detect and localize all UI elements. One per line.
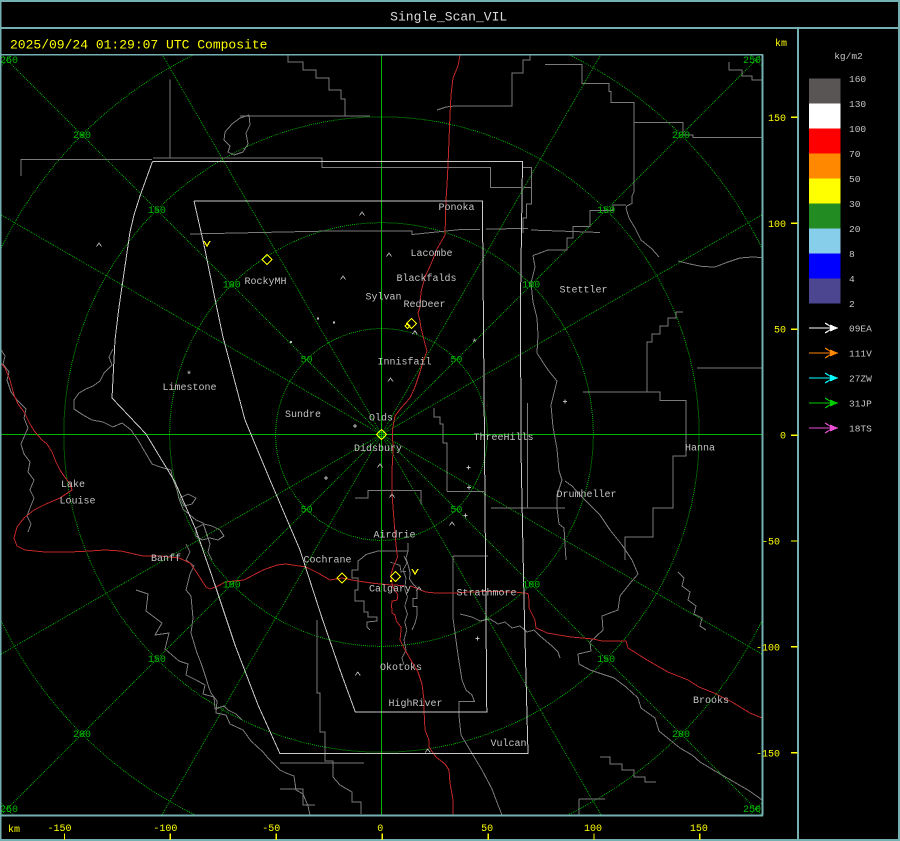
svg-text:150: 150 <box>148 206 166 217</box>
svg-text:*: * <box>186 370 192 382</box>
svg-text:250: 250 <box>743 56 761 67</box>
svg-text:4: 4 <box>849 274 855 285</box>
svg-text:Banff: Banff <box>151 553 181 565</box>
svg-text:50: 50 <box>450 505 462 516</box>
svg-text:70: 70 <box>849 149 861 160</box>
svg-text:250: 250 <box>0 56 18 67</box>
svg-text:km: km <box>8 824 20 836</box>
svg-text:Ponoka: Ponoka <box>438 202 474 214</box>
svg-text:Airdrie: Airdrie <box>373 530 415 542</box>
svg-text:-50: -50 <box>762 538 780 549</box>
svg-text:50: 50 <box>301 505 313 516</box>
svg-text:100: 100 <box>584 824 602 835</box>
svg-text:50: 50 <box>774 326 786 337</box>
svg-text:150: 150 <box>597 655 615 666</box>
svg-text:2025/09/24 01:29:07 UTC Compos: 2025/09/24 01:29:07 UTC Composite <box>10 38 267 53</box>
svg-text:0: 0 <box>377 824 383 835</box>
svg-text:200: 200 <box>672 730 690 741</box>
svg-text:150: 150 <box>690 824 708 835</box>
svg-text:Brooks: Brooks <box>693 695 729 707</box>
svg-text:100: 100 <box>768 220 786 231</box>
svg-text:100: 100 <box>522 580 540 591</box>
svg-text:RockyMH: RockyMH <box>244 276 286 288</box>
svg-text:kg/m2: kg/m2 <box>834 51 863 62</box>
svg-text:150: 150 <box>768 114 786 125</box>
svg-text:-100: -100 <box>153 824 177 835</box>
svg-text:100: 100 <box>849 124 866 135</box>
svg-text:Limestone: Limestone <box>162 382 216 394</box>
svg-text:HighRiver: HighRiver <box>388 698 442 710</box>
svg-text:200: 200 <box>73 730 91 741</box>
svg-text:111V: 111V <box>849 349 872 360</box>
svg-text:100: 100 <box>522 281 540 292</box>
svg-text:-50: -50 <box>262 824 280 835</box>
svg-text:250: 250 <box>743 805 761 816</box>
svg-text:30: 30 <box>849 199 861 210</box>
svg-text:Olds: Olds <box>369 413 393 425</box>
svg-text:Lake: Lake <box>61 479 85 491</box>
svg-text:Calgary: Calgary <box>369 584 411 596</box>
svg-text:Didsbury: Didsbury <box>354 443 402 455</box>
svg-text:18TS: 18TS <box>849 424 872 435</box>
svg-text:200: 200 <box>672 131 690 142</box>
svg-text:-150: -150 <box>47 824 71 835</box>
svg-text:8: 8 <box>849 249 855 260</box>
svg-text:50: 50 <box>849 174 861 185</box>
svg-text:50: 50 <box>481 824 493 835</box>
svg-text:20: 20 <box>849 224 861 235</box>
svg-text:*: * <box>471 338 477 350</box>
svg-text:100: 100 <box>223 281 241 292</box>
svg-text:100: 100 <box>223 580 241 591</box>
svg-text:Single_Scan_VIL: Single_Scan_VIL <box>390 10 507 25</box>
svg-text:2: 2 <box>849 299 855 310</box>
svg-text:Innisfail: Innisfail <box>377 357 431 369</box>
svg-text:0: 0 <box>780 432 786 443</box>
svg-text:Lacombe: Lacombe <box>410 248 452 260</box>
svg-text:Strathmore: Strathmore <box>456 588 516 600</box>
svg-text:250: 250 <box>0 805 18 816</box>
svg-text:Vulcan: Vulcan <box>490 738 526 750</box>
svg-text:27ZW: 27ZW <box>849 374 872 385</box>
svg-text:Cochrane: Cochrane <box>303 555 351 567</box>
svg-text:150: 150 <box>148 655 166 666</box>
svg-text:50: 50 <box>301 356 313 367</box>
svg-text:150: 150 <box>597 206 615 217</box>
svg-text:Blackfalds: Blackfalds <box>396 273 456 285</box>
svg-text:200: 200 <box>73 131 91 142</box>
svg-text:50: 50 <box>450 356 462 367</box>
svg-text:31JP: 31JP <box>849 399 872 410</box>
svg-text:Sundre: Sundre <box>285 409 321 421</box>
svg-text:-100: -100 <box>756 643 780 654</box>
svg-text:km: km <box>775 38 787 50</box>
svg-text:Drumheller: Drumheller <box>556 489 616 501</box>
svg-text:-150: -150 <box>756 749 780 760</box>
svg-text:160: 160 <box>849 74 866 85</box>
svg-text:130: 130 <box>849 99 866 110</box>
svg-text:ThreeHills: ThreeHills <box>473 432 533 444</box>
svg-text:Sylvan: Sylvan <box>365 292 401 304</box>
svg-text:Louise: Louise <box>59 496 95 508</box>
svg-text:Stettler: Stettler <box>559 285 607 297</box>
svg-text:RedDeer: RedDeer <box>403 299 445 311</box>
svg-text:09EA: 09EA <box>849 324 872 335</box>
svg-text:Hanna: Hanna <box>685 444 715 455</box>
svg-text:Okotoks: Okotoks <box>380 662 422 674</box>
